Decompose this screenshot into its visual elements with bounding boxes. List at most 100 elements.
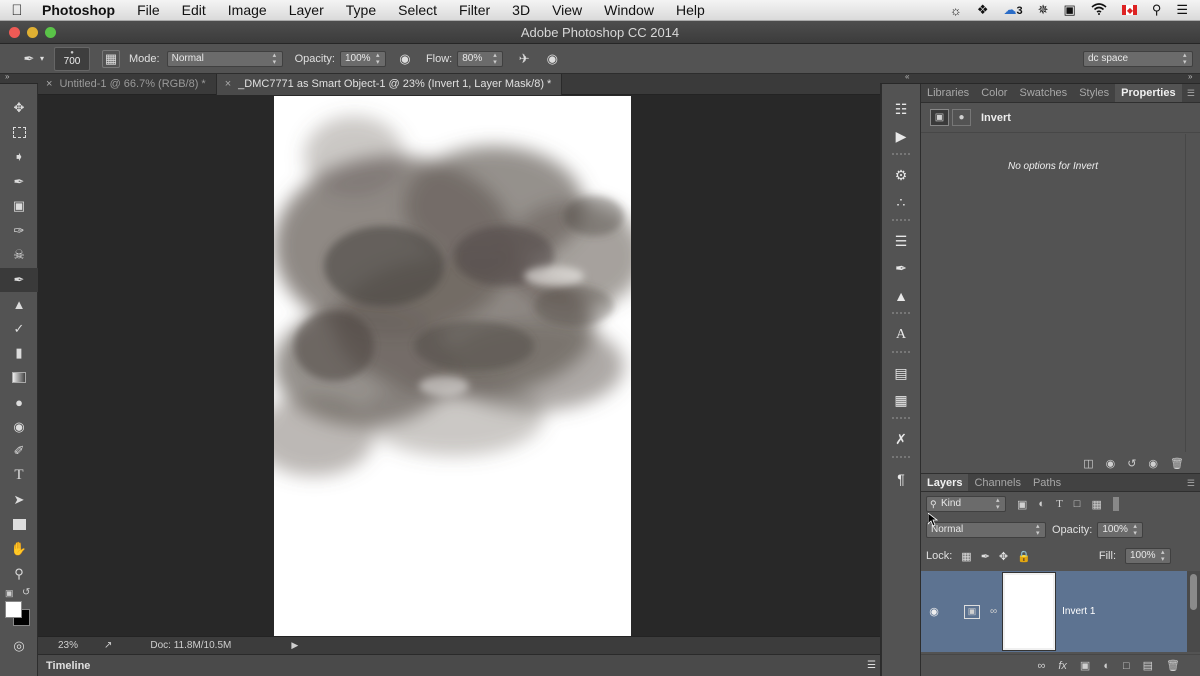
add-mask-icon[interactable]: ▣ (1080, 659, 1090, 672)
character-panel-icon[interactable]: A (882, 321, 920, 348)
pressure-size-icon[interactable]: ◉ (543, 50, 561, 68)
tab-channels[interactable]: Channels (968, 474, 1026, 491)
zoom-window-button[interactable] (45, 27, 56, 38)
brush-panel-toggle-icon[interactable]: ▦ (102, 49, 121, 68)
tools-options-panel-icon[interactable]: ✗ (882, 426, 920, 453)
workspace-select[interactable]: dc space (1083, 50, 1193, 67)
spotlight-search-icon[interactable]: ⚲ (1152, 2, 1162, 18)
layer-opacity-input[interactable]: 100% (1097, 522, 1144, 538)
pressure-opacity-icon[interactable]: ◉ (396, 50, 414, 68)
layer-visibility-eye-icon[interactable]: ◉ (921, 605, 947, 618)
type-tool-icon[interactable]: T (0, 464, 38, 489)
collapse-panels-icon[interactable]: « (905, 72, 909, 81)
tab-libraries[interactable]: Libraries (921, 84, 975, 102)
link-layers-icon[interactable]: ∞ (1038, 660, 1046, 672)
mode-select[interactable]: Normal (166, 50, 283, 67)
status-menu-arrow-icon[interactable]: ▶ (291, 640, 298, 651)
filter-toggle-icon[interactable] (1112, 497, 1119, 511)
notes-panel-icon[interactable]: ▤ (882, 360, 920, 387)
layer-row-invert-1[interactable]: ◉ ▣ ∞ Invert 1 (921, 571, 1187, 652)
expand-toolbar-icon[interactable]: » (5, 72, 9, 81)
properties-panel-menu-icon[interactable]: ☰ (1187, 84, 1200, 102)
mask-icon[interactable]: ● (952, 109, 971, 126)
view-previous-state-icon[interactable]: ◉ (1106, 457, 1116, 470)
marquee-tool-icon[interactable] (0, 121, 38, 146)
brush-preset-dropdown[interactable]: ▾ (40, 54, 44, 63)
filter-shape-icon[interactable]: □ (1074, 498, 1081, 510)
canvas-area[interactable] (38, 95, 880, 636)
zoom-tool-icon[interactable]: ⚲ (0, 562, 38, 587)
pen-tool-icon[interactable]: ✐ (0, 439, 38, 464)
layer-filter-kind-select[interactable]: ⚲ Kind (926, 496, 1006, 512)
path-selection-tool-icon[interactable]: ➤ (0, 488, 38, 513)
notification-center-icon[interactable]: ☰ (1176, 2, 1188, 18)
lock-transparent-icon[interactable]: ▦ (961, 550, 971, 563)
healing-brush-tool-icon[interactable]: ☠ (0, 243, 38, 268)
move-tool-icon[interactable]: ✥ (0, 96, 38, 121)
menu-window[interactable]: Window (593, 2, 665, 18)
menu-app-photoshop[interactable]: Photoshop (34, 2, 126, 18)
apple-icon[interactable]:  (0, 2, 34, 19)
menu-3d[interactable]: 3D (501, 2, 541, 18)
document-canvas[interactable] (274, 96, 631, 636)
new-layer-icon[interactable]: ▤ (1143, 659, 1153, 672)
export-icon[interactable]: ↗ (104, 640, 112, 651)
adjustment-icon[interactable]: ▣ (930, 109, 949, 126)
menu-help[interactable]: Help (665, 2, 716, 18)
menu-edit[interactable]: Edit (171, 2, 217, 18)
eraser-tool-icon[interactable]: ▮ (0, 341, 38, 366)
brightness-icon[interactable]: ☼ (950, 3, 962, 18)
lock-all-icon[interactable]: 🔒 (1017, 550, 1031, 563)
menu-layer[interactable]: Layer (278, 2, 335, 18)
properties-scrollbar[interactable] (1185, 134, 1200, 452)
menu-filter[interactable]: Filter (448, 2, 501, 18)
brush-presets-panel-icon[interactable]: ∴ (882, 189, 920, 216)
dodge-tool-icon[interactable]: ◉ (0, 415, 38, 440)
adjustments-panel-icon[interactable]: ⚙ (882, 162, 920, 189)
app-status-icon[interactable]: ✵ (1038, 2, 1049, 18)
history-panel-icon[interactable]: ☷ (882, 96, 920, 123)
quick-selection-tool-icon[interactable]: ✒ (0, 170, 38, 195)
lasso-tool-icon[interactable]: ➧ (0, 145, 38, 170)
foreground-color-swatch[interactable] (5, 601, 22, 618)
zoom-level[interactable]: 23% (58, 640, 88, 651)
blur-tool-icon[interactable]: ● (0, 390, 38, 415)
new-adjustment-layer-icon[interactable]: ◐ (1103, 660, 1110, 672)
close-tab-icon[interactable]: × (225, 78, 231, 90)
tab-paths[interactable]: Paths (1027, 474, 1067, 491)
dropbox-icon[interactable]: ❖ (977, 2, 989, 18)
filter-type-icon[interactable]: T (1056, 498, 1063, 510)
eyedropper-tool-icon[interactable]: ✑ (0, 219, 38, 244)
brush-tool-preset-icon[interactable]: ✒ (20, 50, 38, 68)
actions-panel-icon[interactable]: ▶ (882, 123, 920, 150)
tab-untitled-1[interactable]: × Untitled-1 @ 66.7% (RGB/8) * (38, 74, 217, 95)
filter-pixel-icon[interactable]: ▣ (1017, 498, 1027, 511)
swap-colors-icon[interactable]: ↺ (22, 587, 30, 598)
airbrush-icon[interactable]: ✈ (515, 50, 533, 68)
tab-dmc7771[interactable]: × _DMC7771 as Smart Object-1 @ 23% (Inver… (216, 74, 563, 95)
quick-mask-icon[interactable]: ◎ (0, 634, 38, 659)
toggle-visibility-icon[interactable]: ◉ (1148, 457, 1158, 470)
brush-panel-icon[interactable]: ✒ (882, 255, 920, 282)
layer-mask-link-icon[interactable]: ∞ (990, 606, 997, 617)
clone-stamp-tool-icon[interactable]: ▲ (0, 292, 38, 317)
blend-mode-select[interactable]: Normal (926, 522, 1046, 538)
menu-type[interactable]: Type (335, 2, 387, 18)
close-window-button[interactable] (9, 27, 20, 38)
tab-layers[interactable]: Layers (921, 474, 969, 491)
fill-input[interactable]: 100% (1125, 548, 1171, 564)
tab-styles[interactable]: Styles (1073, 84, 1115, 102)
crop-tool-icon[interactable]: ▣ (0, 194, 38, 219)
paragraph-panel-icon[interactable]: ¶ (882, 465, 920, 492)
timeline-menu-icon[interactable]: ☰ (867, 660, 876, 671)
tool-presets-panel-icon[interactable]: ☰ (882, 228, 920, 255)
layer-name[interactable]: Invert 1 (1062, 606, 1095, 617)
default-colors-icon[interactable]: ▣ (5, 588, 14, 599)
minimize-window-button[interactable] (27, 27, 38, 38)
clip-to-layer-icon[interactable]: ◫ (1083, 457, 1093, 470)
delete-layer-icon[interactable]: 🗑 (1166, 659, 1180, 672)
flow-input[interactable]: 80% (457, 50, 504, 67)
rectangle-tool-icon[interactable] (0, 513, 38, 538)
lock-position-icon[interactable]: ✥ (999, 550, 1008, 563)
canada-flag-icon[interactable]: ◆ (1121, 5, 1137, 15)
